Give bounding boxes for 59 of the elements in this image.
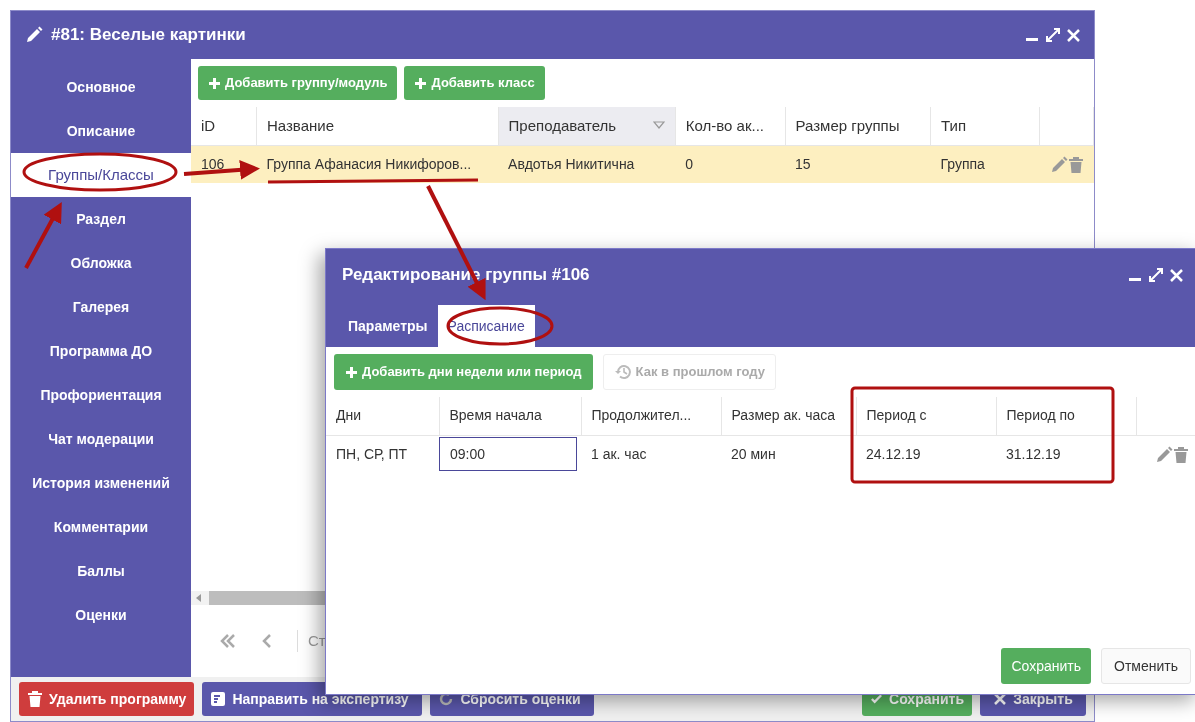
pencil-icon[interactable]: [1049, 156, 1068, 175]
column-header[interactable]: Кол-во ак...: [675, 107, 786, 145]
cell-text: 106: [201, 155, 225, 172]
table-cell: 31.12.19: [996, 435, 1136, 473]
close-icon[interactable]: [1170, 268, 1183, 282]
maximize-icon[interactable]: [1148, 267, 1164, 283]
previous-page-icon[interactable]: [261, 633, 273, 649]
maximize-icon[interactable]: [1045, 27, 1061, 43]
sidebar-item[interactable]: Обложка: [11, 241, 191, 285]
table-cell: 1 ак. час: [581, 435, 721, 473]
time-input-field[interactable]: 09:00: [439, 437, 577, 472]
annotation-arrow: [24, 201, 62, 269]
pencil-icon: [25, 26, 43, 44]
plus-icon: [414, 76, 428, 90]
document-icon: [210, 691, 227, 707]
column-header[interactable]: Тип: [930, 107, 1040, 145]
window-title: #81: Веселые картинки: [51, 24, 246, 47]
column-header[interactable]: Размер ак. часа: [721, 397, 856, 435]
close-icon[interactable]: [1067, 28, 1080, 42]
column-header[interactable]: Размер группы: [785, 107, 931, 145]
column-header[interactable]: Период с: [856, 397, 996, 435]
first-page-icon[interactable]: [219, 633, 237, 649]
sidebar-item[interactable]: Оценки: [11, 593, 191, 637]
trash-icon: [27, 690, 43, 708]
column-header[interactable]: Период по: [996, 397, 1136, 435]
table-cell: 24.12.19: [856, 435, 996, 473]
filter-icon[interactable]: [652, 120, 665, 129]
sidebar-item[interactable]: Комментарии: [11, 505, 191, 549]
sidebar-item[interactable]: Программа ДО: [11, 329, 191, 373]
column-header[interactable]: iD: [191, 107, 257, 145]
history-icon: [613, 363, 632, 381]
plus-icon: [208, 76, 221, 90]
tab[interactable]: Параметры: [338, 305, 438, 347]
plus-icon: [345, 365, 358, 379]
table-cell: 20 мин: [721, 435, 856, 473]
sidebar-item[interactable]: Баллы: [11, 549, 191, 593]
table-cell: ПН, СР, ПТ: [326, 435, 439, 473]
column-header[interactable]: Название: [256, 107, 499, 145]
trash-icon[interactable]: [1067, 156, 1084, 175]
column-header[interactable]: Время начала: [439, 397, 581, 435]
sidebar-item[interactable]: Чат модерации: [11, 417, 191, 461]
cell-text: 15: [795, 155, 811, 172]
sidebar-item[interactable]: Основное: [11, 65, 191, 109]
sidebar-item[interactable]: Описание: [11, 109, 191, 153]
cell-text: 0: [685, 155, 694, 172]
sidebar-item[interactable]: Раздел: [11, 197, 191, 241]
cell-text: Группа Афанасия Никифоров...: [266, 155, 472, 172]
cancel-button[interactable]: Отменить: [1101, 648, 1191, 684]
column-header[interactable]: Продолжител...: [581, 397, 721, 435]
cell-text: Группа: [940, 155, 985, 172]
column-header[interactable]: Преподаватель: [498, 107, 676, 145]
trash-icon[interactable]: [1172, 446, 1189, 465]
cell-text: Авдотья Никитична: [508, 155, 635, 172]
sidebar-item[interactable]: Профориентация: [11, 373, 191, 417]
pencil-icon[interactable]: [1154, 446, 1173, 465]
sidebar-item[interactable]: История изменений: [11, 461, 191, 505]
column-header[interactable]: Дни: [326, 397, 439, 435]
sidebar-item[interactable]: Галерея: [11, 285, 191, 329]
delete-button[interactable]: Удалить программу: [19, 682, 195, 716]
